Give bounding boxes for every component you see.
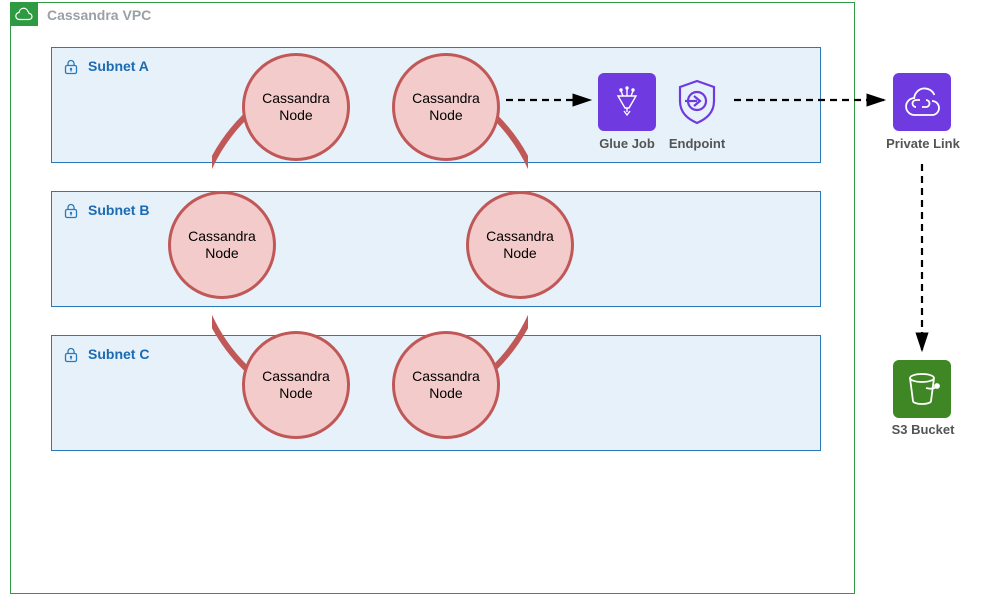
node-label: CassandraNode [486, 228, 554, 262]
vpc-cloud-icon [10, 2, 38, 26]
lock-icon [62, 58, 80, 81]
cassandra-node: CassandraNode [242, 331, 350, 439]
node-label: CassandraNode [262, 90, 330, 124]
private-link-label: Private Link [878, 136, 968, 151]
endpoint-label: Endpoint [664, 136, 730, 151]
glue-job-label: Glue Job [594, 136, 660, 151]
subnet-a-label: Subnet A [88, 58, 149, 74]
lock-icon [62, 202, 80, 225]
s3-bucket-label: S3 Bucket [882, 422, 964, 437]
cassandra-node: CassandraNode [168, 191, 276, 299]
node-label: CassandraNode [412, 368, 480, 402]
node-label: CassandraNode [188, 228, 256, 262]
s3-bucket-icon [893, 360, 951, 418]
glue-job-icon [598, 73, 656, 131]
subnet-b-label: Subnet B [88, 202, 149, 218]
vpc-title: Cassandra VPC [47, 7, 151, 23]
cassandra-node: CassandraNode [466, 191, 574, 299]
cassandra-node: CassandraNode [392, 331, 500, 439]
subnet-c-label: Subnet C [88, 346, 149, 362]
diagram-canvas: Cassandra VPC Subnet A Subnet B Subnet C… [0, 0, 990, 598]
cassandra-node: CassandraNode [392, 53, 500, 161]
node-label: CassandraNode [412, 90, 480, 124]
endpoint-icon [668, 73, 726, 131]
lock-icon [62, 346, 80, 369]
node-label: CassandraNode [262, 368, 330, 402]
private-link-icon [893, 73, 951, 131]
cassandra-node: CassandraNode [242, 53, 350, 161]
